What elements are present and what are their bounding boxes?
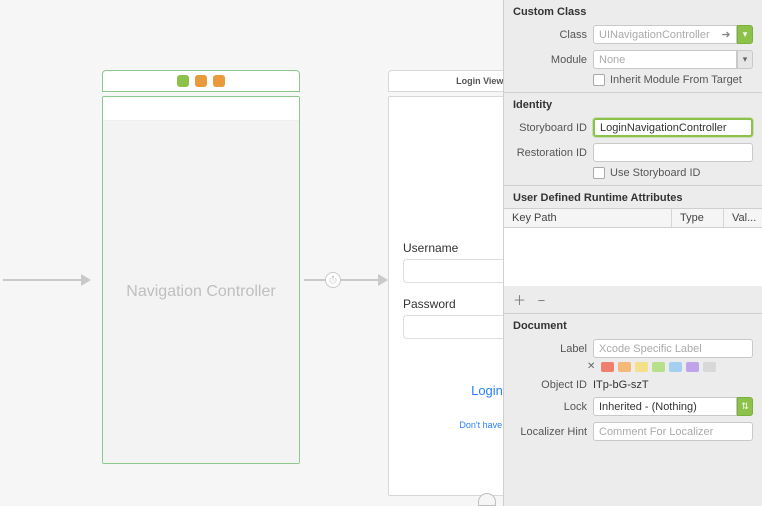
use-storyboard-id-label: Use Storyboard ID [610, 167, 700, 179]
clear-color-icon[interactable]: ✕ [587, 361, 595, 372]
localizer-label: Localizer Hint [513, 426, 587, 438]
swatch-purple[interactable] [686, 362, 699, 372]
class-row: Class UINavigationController ➜ ▾ [504, 22, 762, 47]
storyboard-id-row: Storyboard ID LoginNavigationController [504, 115, 762, 140]
module-label: Module [513, 54, 587, 66]
object-id-label: Object ID [513, 379, 587, 391]
segue-icon[interactable] [325, 272, 341, 288]
initial-arrow [3, 279, 89, 281]
swatch-blue[interactable] [669, 362, 682, 372]
identity-inspector-panel: Custom Class Class UINavigationControlle… [503, 0, 762, 506]
lock-label: Lock [513, 401, 587, 413]
swatch-yellow[interactable] [635, 362, 648, 372]
lock-row: Lock Inherited - (Nothing) ⇅ [504, 394, 762, 419]
restoration-id-input[interactable] [593, 143, 753, 162]
swatch-green[interactable] [652, 362, 665, 372]
class-input[interactable]: UINavigationController [593, 25, 737, 44]
inherit-module-row: Inherit Module From Target [504, 72, 762, 92]
use-storyboard-id-checkbox[interactable] [593, 167, 605, 179]
doc-label-row: Label Xcode Specific Label [504, 336, 762, 361]
identity-header: Identity [504, 92, 762, 115]
module-dropdown-icon[interactable]: ▾ [737, 50, 753, 69]
lock-select[interactable]: Inherited - (Nothing) [593, 397, 737, 416]
first-responder-icon [195, 75, 207, 87]
class-label: Class [513, 29, 587, 41]
udra-col-value: Val... [724, 209, 762, 227]
nav-controller-label: Navigation Controller [103, 121, 299, 463]
storyboard-id-label: Storyboard ID [513, 122, 587, 134]
module-row: Module None ▾ [504, 47, 762, 72]
udra-col-keypath: Key Path [504, 209, 672, 227]
navigation-controller-scene[interactable]: Navigation Controller [102, 96, 300, 464]
custom-class-header: Custom Class [504, 0, 762, 22]
restoration-id-row: Restoration ID [504, 140, 762, 165]
object-id-value: ITp-bG-szT [593, 379, 649, 391]
document-header: Document [504, 314, 762, 336]
doc-label-label: Label [513, 343, 587, 355]
jump-to-class-icon[interactable]: ➜ [719, 25, 733, 44]
object-id-row: Object ID ITp-bG-szT [504, 376, 762, 394]
inherit-module-label: Inherit Module From Target [610, 74, 742, 86]
doc-label-input[interactable]: Xcode Specific Label [593, 339, 753, 358]
swatch-gray[interactable] [703, 362, 716, 372]
use-storyboard-id-row: Use Storyboard ID [504, 165, 762, 185]
inherit-module-checkbox[interactable] [593, 74, 605, 86]
nav-bar-placeholder [103, 97, 299, 121]
swatch-orange[interactable] [618, 362, 631, 372]
swatch-red[interactable] [601, 362, 614, 372]
storyboard-id-input[interactable]: LoginNavigationController [593, 118, 753, 137]
udra-columns: Key Path Type Val... [504, 208, 762, 228]
udra-header: User Defined Runtime Attributes [504, 185, 762, 208]
nav-scene-header[interactable] [102, 70, 300, 92]
class-dropdown-icon[interactable]: ▾ [737, 25, 753, 44]
dock-icon[interactable] [478, 493, 496, 506]
lock-dropdown-icon[interactable]: ⇅ [737, 397, 753, 416]
localizer-row: Localizer Hint Comment For Localizer [504, 419, 762, 444]
scene-icon [177, 75, 189, 87]
udra-col-type: Type [672, 209, 724, 227]
udra-table[interactable] [504, 228, 762, 286]
exit-icon [213, 75, 225, 87]
localizer-input[interactable]: Comment For Localizer [593, 422, 753, 441]
udra-add-remove[interactable]: ＋ − [504, 286, 762, 314]
label-color-swatches: ✕ [504, 361, 762, 376]
module-input[interactable]: None [593, 50, 737, 69]
root-segue-arrow[interactable] [304, 279, 386, 281]
restoration-id-label: Restoration ID [513, 147, 587, 159]
